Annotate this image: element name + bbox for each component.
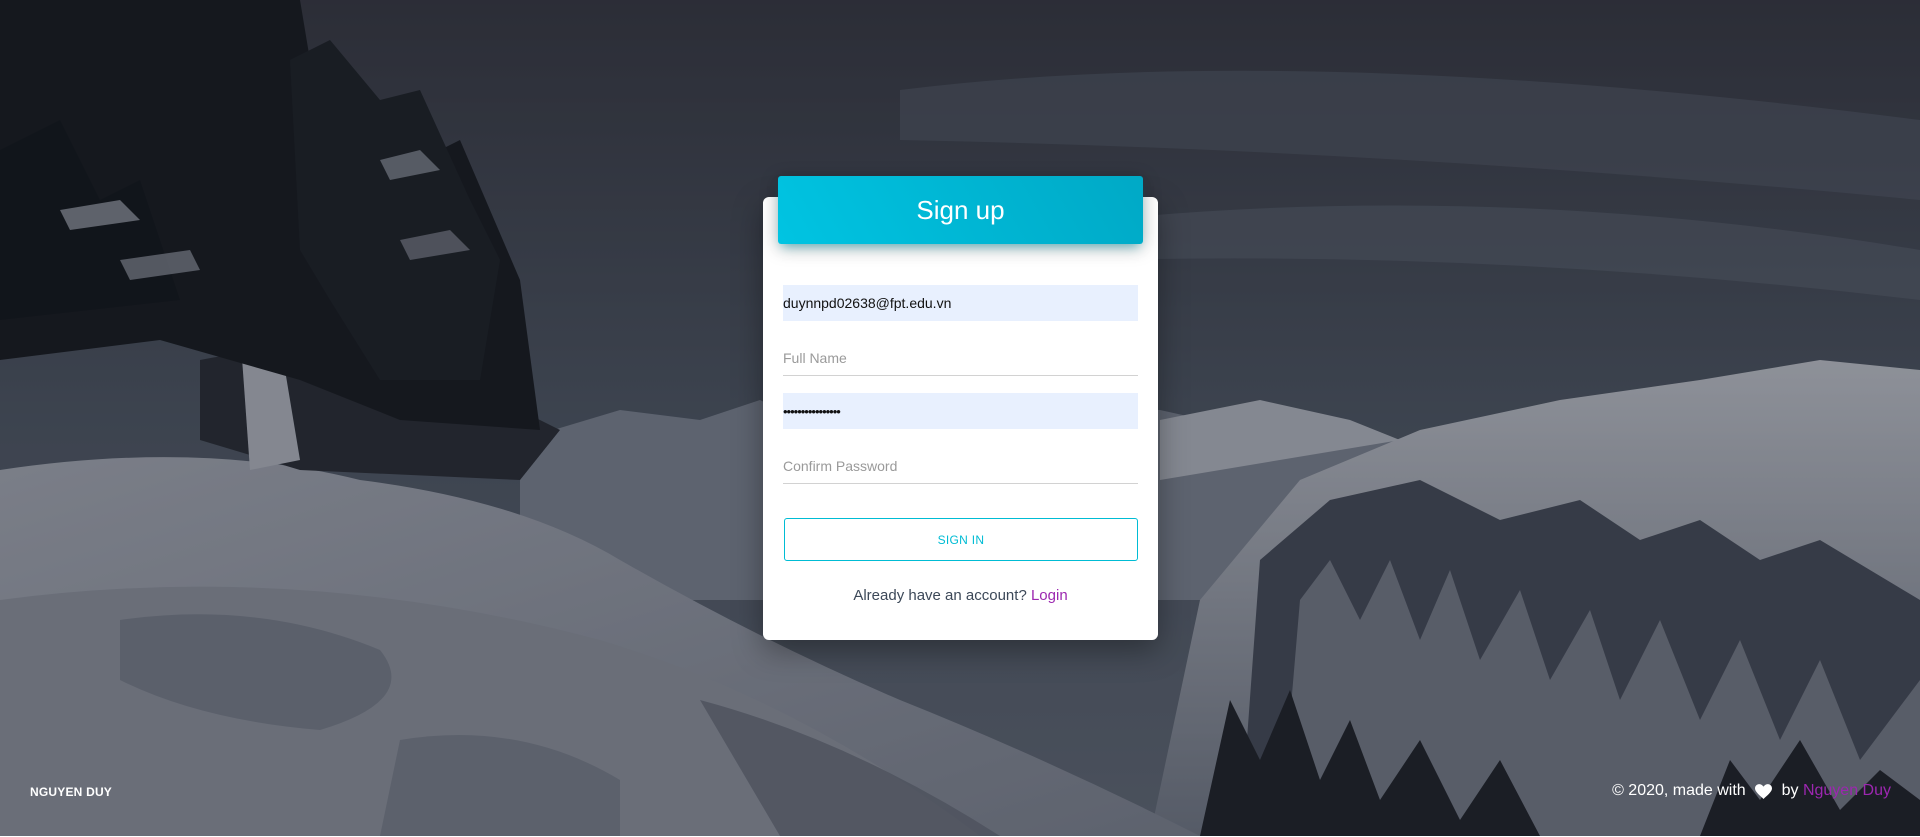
password-field[interactable] xyxy=(783,393,1138,429)
fullname-field[interactable] xyxy=(783,340,1138,376)
password-input[interactable] xyxy=(783,393,1138,429)
author-link[interactable]: Nguyen Duy xyxy=(1803,782,1891,800)
card-title: Sign up xyxy=(778,176,1143,244)
fullname-input[interactable] xyxy=(783,340,1138,375)
already-text: Already have an account? xyxy=(853,587,1031,604)
already-have-account: Already have an account? Login xyxy=(763,587,1158,604)
confirm-password-field[interactable] xyxy=(783,448,1138,484)
signup-page: Sign up SIGN IN Already have an account?… xyxy=(0,0,1920,837)
confirm-password-input[interactable] xyxy=(783,448,1138,483)
login-link[interactable]: Login xyxy=(1031,587,1068,604)
heart-icon xyxy=(1755,783,1773,799)
email-field[interactable] xyxy=(783,285,1138,321)
copyright-prefix: © 2020, made with xyxy=(1612,782,1751,799)
footer-brand[interactable]: NGUYEN DUY xyxy=(30,785,112,799)
sign-in-button[interactable]: SIGN IN xyxy=(784,518,1138,561)
footer-copyright: © 2020, made with by Nguyen Duy xyxy=(1612,782,1891,800)
copyright-by: by xyxy=(1777,782,1803,799)
email-input[interactable] xyxy=(783,285,1138,321)
